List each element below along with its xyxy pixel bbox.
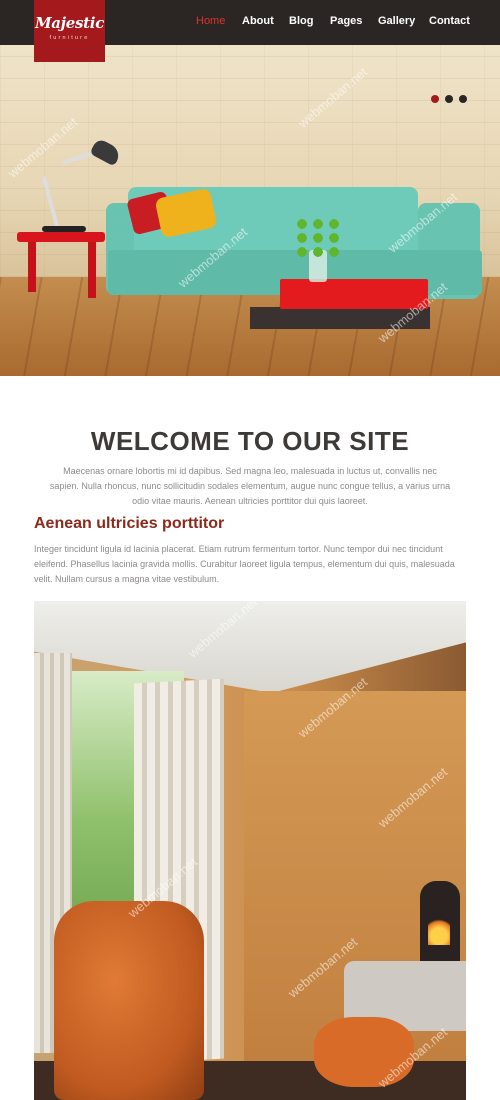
nav-contact[interactable]: Contact <box>429 15 470 27</box>
section-heading: Aenean ultricies porttitor <box>34 515 225 532</box>
welcome-title: WELCOME TO OUR SITE <box>90 426 410 456</box>
logo-title: Majestic <box>34 14 105 32</box>
slider-dot-1[interactable] <box>431 95 439 103</box>
plant <box>294 217 342 257</box>
slider-dot-3[interactable] <box>459 95 467 103</box>
armchair <box>54 901 204 1100</box>
side-table-leg <box>88 240 96 298</box>
nav-gallery[interactable]: Gallery <box>378 15 415 27</box>
side-table <box>17 232 105 242</box>
nav-blog[interactable]: Blog <box>289 15 313 27</box>
welcome-text: Maecenas ornare lobortis mi id dapibus. … <box>49 466 451 506</box>
feature-image <box>34 601 466 1100</box>
coffee-table-base <box>250 307 430 329</box>
nav-home[interactable]: Home <box>196 15 225 27</box>
slider-dot-2[interactable] <box>445 95 453 103</box>
coffee-table-top <box>280 279 428 309</box>
section-text: Integer tincidunt ligula id lacinia plac… <box>34 544 455 584</box>
hero-slider <box>0 45 500 376</box>
ottoman <box>314 1017 414 1087</box>
logo-subtitle: furniture <box>49 35 90 41</box>
site-header: Majestic furniture Home About Blog Pages… <box>0 0 500 62</box>
nav-about[interactable]: About <box>242 15 274 27</box>
side-table-leg <box>28 240 36 292</box>
nav-pages[interactable]: Pages <box>330 15 362 27</box>
fire <box>428 915 450 945</box>
slider-pagination <box>431 95 467 103</box>
site-logo[interactable]: Majestic furniture <box>34 0 105 62</box>
